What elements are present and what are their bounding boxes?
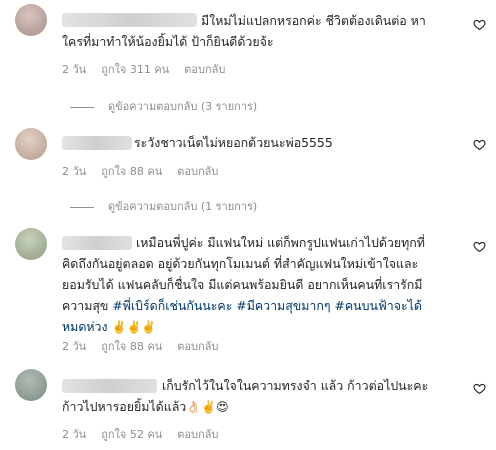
reply-button[interactable]: ตอบกลับ [184,63,225,76]
reply-button[interactable]: ตอบกลับ [177,340,218,353]
avatar[interactable] [15,4,47,36]
like-count[interactable]: ถูกใจ 311 คน [101,63,169,76]
hashtags-cont[interactable]: หมดห่วง [62,319,108,334]
comment-text: มีใหม่ไม่แปลกหรอกค่ะ ชีวิตต้องเดินต่อ หา… [62,13,426,49]
view-replies-label: ดูข้อความตอบกลับ (3 รายการ) [108,100,258,113]
replies-divider [70,206,94,208]
comment-time: 2 วัน [62,340,87,353]
hashtags[interactable]: #พี่เบิร์ดก็เช่นกันนะคะ #มีความสุขมากๆ #… [112,298,422,313]
comment-text: ระวังชาวเน็ตไม่หยอกด้วยนะพ่อ5555 [134,135,333,150]
avatar[interactable] [15,369,47,401]
avatar[interactable] [15,128,47,160]
view-replies-label: ดูข้อความตอบกลับ (1 รายการ) [108,200,258,213]
like-count[interactable]: ถูกใจ 88 คน [101,165,162,178]
view-replies-button[interactable]: ดูข้อความตอบกลับ (3 รายการ) [70,97,257,115]
heart-outline-icon[interactable] [473,382,486,395]
view-replies-button[interactable]: ดูข้อความตอบกลับ (1 รายการ) [70,197,257,215]
like-count[interactable]: ถูกใจ 88 คน [101,340,162,353]
comment-meta: 2 วัน ถูกใจ 311 คน ตอบกลับ [62,60,240,78]
avatar[interactable] [15,228,47,260]
heart-outline-icon[interactable] [473,18,486,31]
comment-text: เหมือนพี่ปูค่ะ มีแฟนใหม่ แต่ก็พกรูปแฟนเก… [62,235,425,334]
comment-meta: 2 วัน ถูกใจ 88 คน ตอบกลับ [62,337,233,355]
reply-button[interactable]: ตอบกลับ [177,165,218,178]
comment-time: 2 วัน [62,165,87,178]
comment-text: เก็บรักไว้ในใจในความทรงจำ แล้ว ก้าวต่อไป… [62,378,429,414]
peace-emoji: ✌️✌️✌️ [111,320,157,334]
comment-meta: 2 วัน ถูกใจ 88 คน ตอบกลับ [62,162,233,180]
emoji-group: 👌🏻✌️😍 [186,400,229,414]
heart-outline-icon[interactable] [473,138,486,151]
comment-time: 2 วัน [62,428,87,441]
reply-button[interactable]: ตอบกลับ [177,428,218,441]
comment-time: 2 วัน [62,63,87,76]
like-count[interactable]: ถูกใจ 52 คน [101,428,162,441]
heart-outline-icon[interactable] [473,240,486,253]
comment-meta: 2 วัน ถูกใจ 52 คน ตอบกลับ [62,425,233,443]
replies-divider [70,106,94,108]
